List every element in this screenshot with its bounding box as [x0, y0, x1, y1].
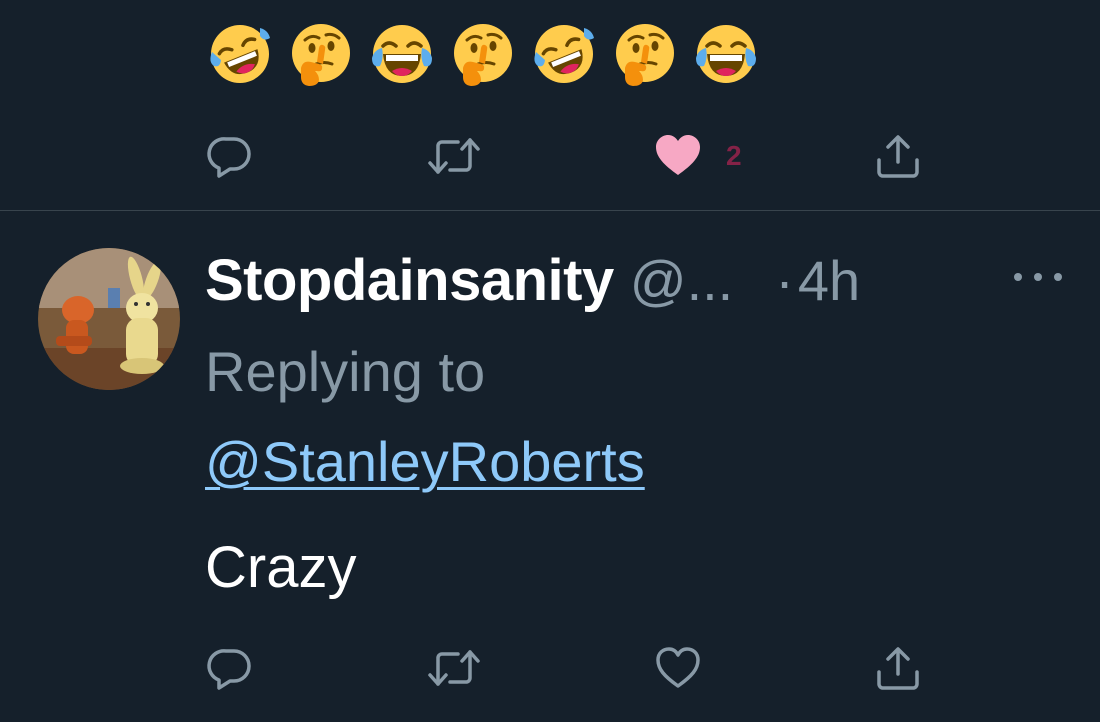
- avatar-photo-icon: [38, 248, 180, 390]
- more-options-button[interactable]: [1014, 262, 1062, 292]
- like-button[interactable]: 2: [654, 130, 742, 182]
- tweet-divider: [0, 210, 1100, 211]
- reply-button[interactable]: [206, 642, 254, 694]
- reply-bubble-icon: [207, 137, 251, 178]
- reply-button[interactable]: [206, 130, 254, 182]
- thinking-face-emoji-icon: [454, 24, 512, 86]
- display-name[interactable]: Stopdainsanity: [205, 247, 614, 314]
- separator-dot: ·: [775, 248, 794, 312]
- more-dot-icon: [1054, 273, 1062, 281]
- heart-filled-icon: [656, 135, 700, 175]
- tweet-action-bar: 2: [206, 130, 936, 182]
- thinking-face-emoji-icon: [292, 24, 350, 86]
- mention-link[interactable]: @StanleyRoberts: [205, 424, 645, 500]
- rolling-laughing-emoji-icon: [534, 24, 594, 83]
- share-button[interactable]: [874, 130, 922, 182]
- more-dot-icon: [1014, 273, 1022, 281]
- tears-of-joy-emoji-icon: [372, 25, 432, 83]
- heart-outline-icon: [656, 647, 700, 688]
- share-icon: [877, 135, 919, 178]
- retweet-button[interactable]: [426, 642, 482, 694]
- user-handle[interactable]: @...: [630, 248, 734, 313]
- share-icon: [877, 647, 919, 690]
- tweet-text: Crazy: [205, 535, 357, 600]
- share-button[interactable]: [874, 642, 922, 694]
- avatar[interactable]: [38, 248, 180, 390]
- tweet-emoji-text: [208, 22, 758, 86]
- timestamp[interactable]: 4h: [798, 248, 860, 313]
- retweet-icon: [428, 138, 480, 174]
- like-button[interactable]: [654, 642, 702, 694]
- thinking-face-emoji-icon: [616, 24, 674, 86]
- tweet-header: Stopdainsanity @... · 4h: [205, 242, 860, 318]
- like-count: 2: [726, 140, 742, 171]
- retweet-button[interactable]: [426, 130, 482, 182]
- rolling-laughing-emoji-icon: [210, 24, 270, 83]
- timeline: 2 Stopdainsanity @... · 4h Replying to @…: [0, 0, 1100, 722]
- tweet-action-bar: [206, 642, 936, 694]
- replying-to-label: Replying to: [205, 340, 486, 403]
- tears-of-joy-emoji-icon: [696, 25, 756, 83]
- reply-bubble-icon: [207, 649, 251, 690]
- more-dot-icon: [1034, 273, 1042, 281]
- retweet-icon: [428, 650, 480, 686]
